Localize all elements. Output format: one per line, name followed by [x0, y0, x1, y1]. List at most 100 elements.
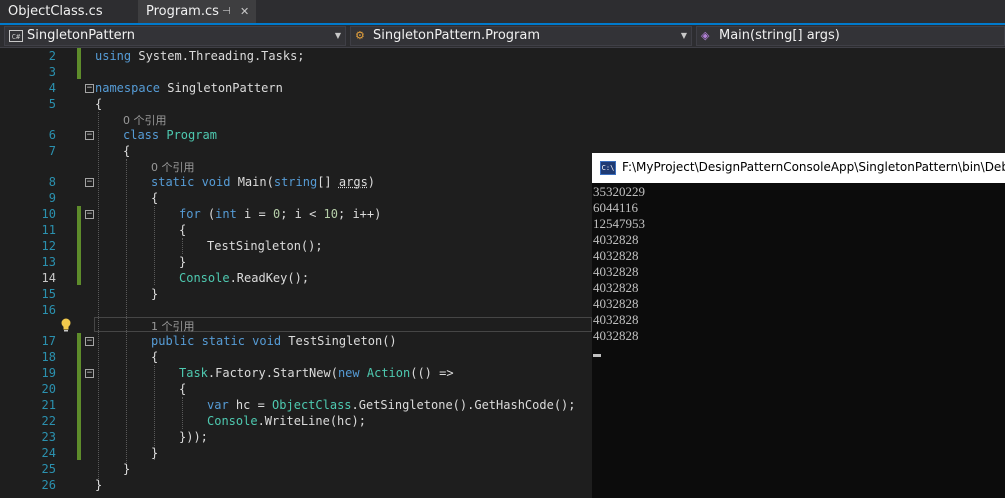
tab-program[interactable]: Program.cs ⊣ ✕	[138, 0, 256, 24]
line-number: 17	[41, 334, 56, 348]
collapse-icon[interactable]: −	[85, 210, 94, 219]
chevron-down-icon: ▼	[680, 31, 687, 40]
line-number: 3	[48, 65, 56, 79]
console-output-line: 4032828	[593, 328, 639, 343]
line-number: 26	[41, 478, 56, 492]
code-line: }));	[179, 429, 208, 445]
line-number: 18	[41, 350, 56, 364]
code-line: {	[123, 143, 130, 159]
code-line: }	[123, 461, 130, 477]
change-bar	[77, 206, 81, 285]
console-app-icon: C:\	[600, 161, 616, 175]
type-dropdown[interactable]: ⚙ SingletonPattern.Program ▼	[350, 26, 692, 46]
line-number: 5	[48, 97, 56, 111]
line-number: 19	[41, 366, 56, 380]
keyword: class	[123, 128, 160, 142]
code-text: Main(	[230, 175, 274, 189]
console-output-line: 4032828	[593, 296, 639, 311]
type-name: ObjectClass	[272, 398, 352, 412]
collapse-icon[interactable]: −	[85, 337, 94, 346]
code-line: class Program	[123, 127, 217, 143]
code-text: {	[95, 97, 103, 111]
code-line: TestSingleton();	[207, 238, 323, 254]
line-number: 20	[41, 382, 56, 396]
line-number: 22	[41, 414, 56, 428]
document-tab-bar: ObjectClass.cs Program.cs ⊣ ✕	[0, 0, 1005, 25]
line-number: 13	[41, 255, 56, 269]
collapse-icon[interactable]: −	[85, 84, 94, 93]
code-text: )	[367, 175, 376, 189]
indent-guide	[98, 112, 99, 485]
chevron-down-icon: ▼	[334, 31, 341, 40]
code-line: {	[179, 381, 186, 397]
tab-objectclass[interactable]: ObjectClass.cs	[0, 0, 138, 24]
line-number: 4	[48, 81, 56, 95]
tab-label: ObjectClass.cs	[8, 4, 103, 19]
code-text: .WriteLine(hc);	[257, 414, 366, 428]
line-number: 9	[48, 191, 56, 205]
code-text: hc =	[228, 398, 273, 412]
console-output-line: 4032828	[593, 232, 639, 247]
change-bar	[77, 48, 81, 79]
code-text: }	[151, 446, 159, 460]
type-name: Console	[179, 271, 230, 285]
keyword: public static void	[151, 334, 282, 348]
collapse-icon[interactable]: −	[85, 369, 94, 378]
keyword: new	[337, 366, 360, 380]
keyword: string	[273, 175, 318, 189]
code-text: }));	[179, 430, 208, 444]
code-text: .Factory.StartNew(	[207, 366, 338, 380]
code-line: }	[95, 477, 102, 493]
type-name: Task	[179, 366, 208, 380]
code-line: namespace SingletonPattern	[95, 80, 283, 96]
code-text: SingletonPattern	[160, 81, 283, 95]
indent-guide	[154, 206, 155, 285]
reference-count-lens[interactable]: 0 个引用	[151, 159, 195, 175]
console-title-bar[interactable]: C:\ F:\MyProject\DesignPatternConsoleApp…	[592, 153, 1005, 183]
csharp-project-icon: C#	[9, 30, 23, 42]
line-number: 16	[41, 303, 56, 317]
tab-label: Program.cs	[146, 4, 219, 19]
collapse-icon[interactable]: −	[85, 131, 94, 140]
close-icon[interactable]: ✕	[240, 0, 249, 24]
line-number: 21	[41, 398, 56, 412]
code-text: TestSingleton();	[207, 239, 323, 253]
code-line: using System.Threading.Tasks;	[95, 48, 305, 64]
code-line: var hc = ObjectClass.GetSingletone().Get…	[207, 397, 576, 413]
line-number: 8	[48, 175, 56, 189]
reference-count-lens[interactable]: 0 个引用	[123, 112, 167, 128]
type-dropdown-label: SingletonPattern.Program	[373, 28, 541, 43]
console-output-line: 12547953	[593, 216, 645, 231]
indent-guide	[182, 397, 183, 429]
console-output-line: 4032828	[593, 248, 639, 263]
line-number: 12	[41, 239, 56, 253]
code-line: public static void TestSingleton()	[151, 333, 397, 349]
console-output-line: 4032828	[593, 280, 639, 295]
line-number: 15	[41, 287, 56, 301]
keyword: static void	[151, 175, 231, 189]
reference-count-lens[interactable]: 1 个引用	[151, 318, 195, 334]
pin-icon[interactable]: ⊣	[222, 0, 231, 24]
code-line: {	[151, 349, 158, 365]
method-icon: ◈	[701, 29, 710, 42]
change-bar	[77, 333, 81, 460]
code-text: ; i++)	[338, 207, 382, 221]
line-number: 10	[41, 207, 56, 221]
code-line: }	[179, 254, 186, 270]
project-dropdown[interactable]: C# SingletonPattern ▼	[4, 26, 346, 46]
member-dropdown[interactable]: ◈ Main(string[] args)	[696, 26, 1005, 46]
line-number-current: 14	[41, 271, 56, 285]
code-text: .GetSingletone().GetHashCode();	[351, 398, 576, 412]
code-line: {	[179, 222, 186, 238]
line-number: 6	[48, 128, 56, 142]
line-number: 7	[48, 144, 56, 158]
code-text: ; i <	[280, 207, 324, 221]
code-text: {	[123, 144, 131, 158]
lightbulb-icon[interactable]	[60, 318, 72, 332]
console-window[interactable]: C:\ F:\MyProject\DesignPatternConsoleApp…	[592, 153, 1005, 498]
member-dropdown-label: Main(string[] args)	[719, 28, 840, 43]
collapse-icon[interactable]: −	[85, 178, 94, 187]
type-name: Program	[166, 128, 217, 142]
line-number: 2	[48, 49, 56, 63]
